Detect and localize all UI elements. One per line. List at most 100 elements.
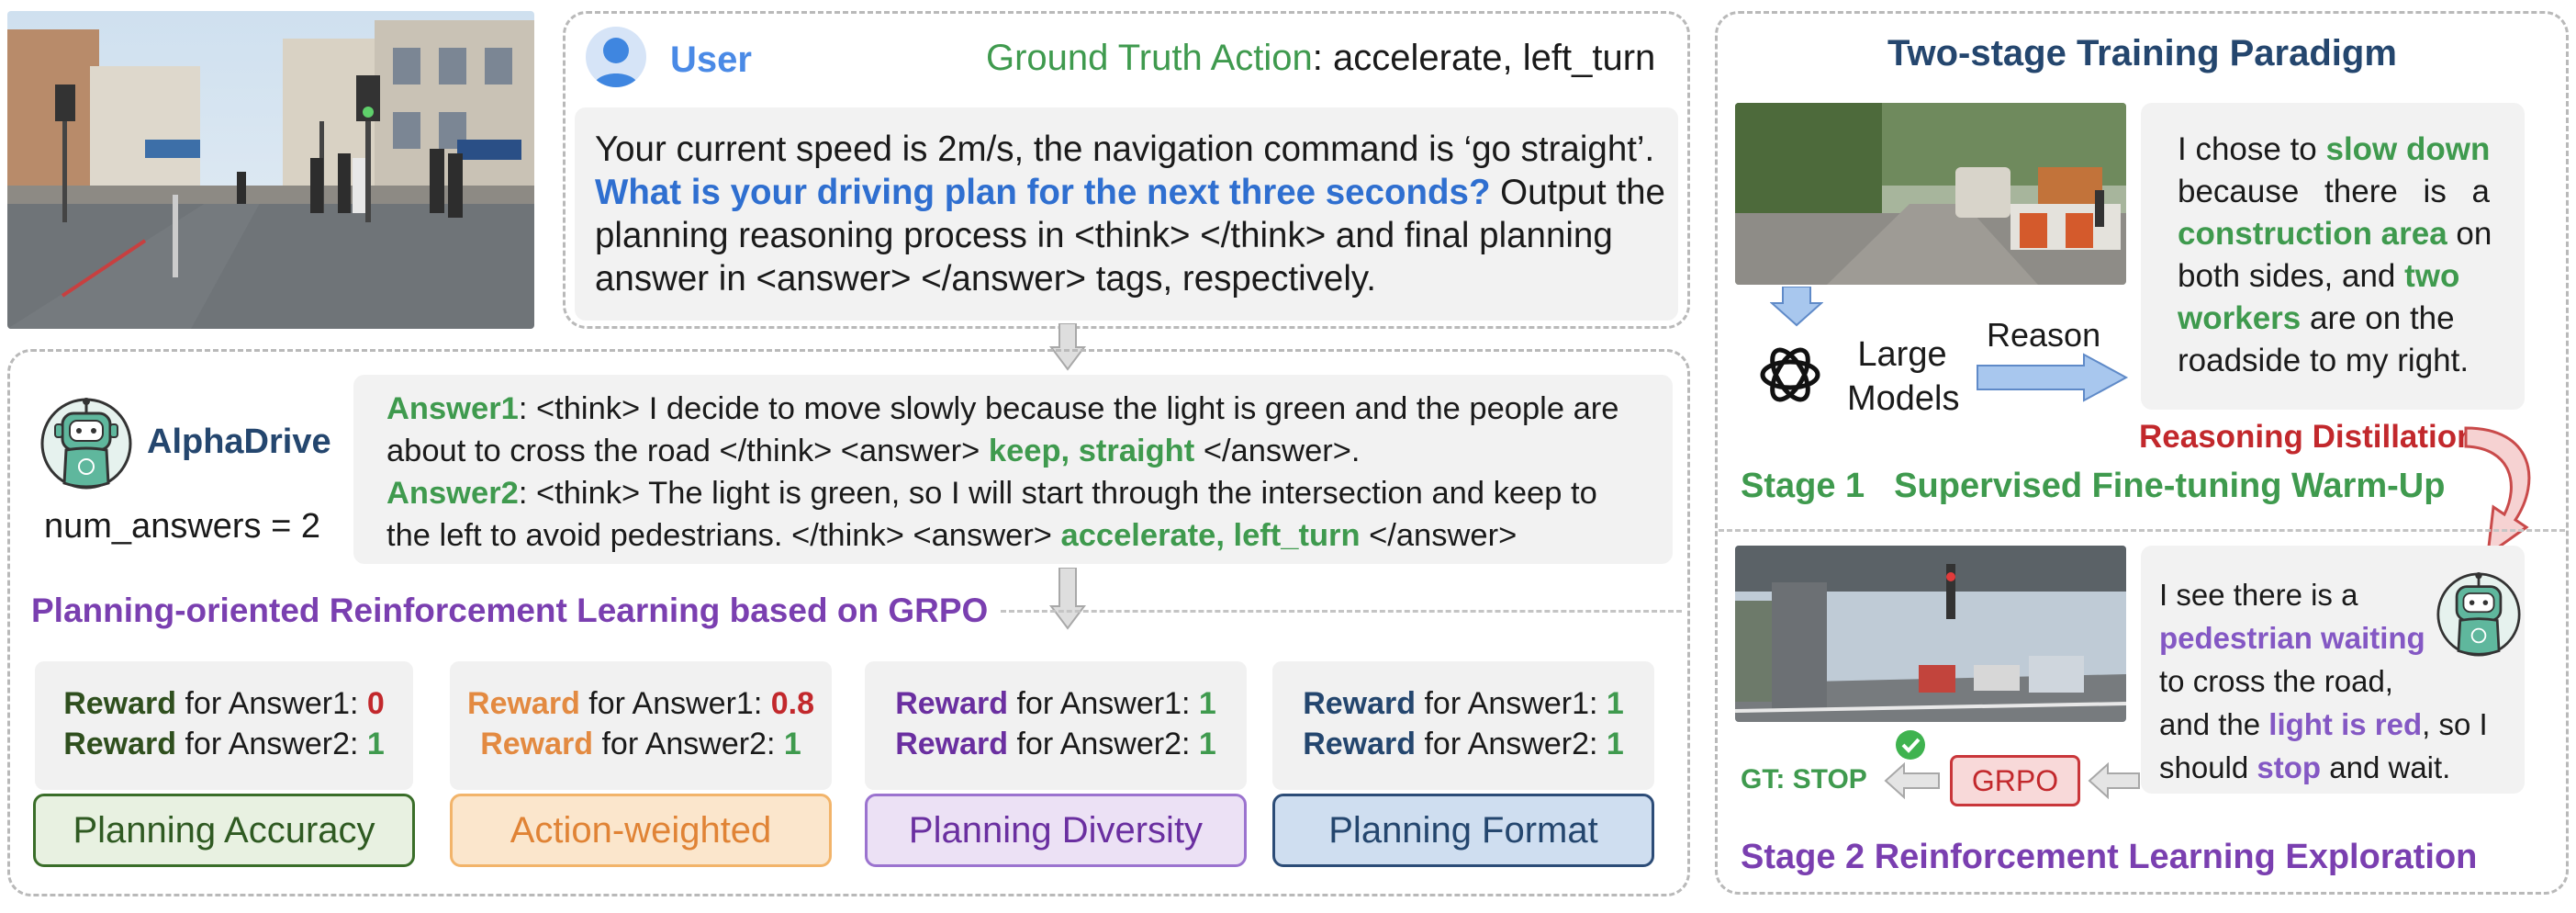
reward-word: Reward [895,686,1009,721]
checkmark-icon [1896,730,1925,760]
robot-icon [40,398,132,490]
answer1-close: </answer>. [1194,434,1361,468]
robot-icon [2436,572,2521,657]
action-weighted-box: Action-weighted [450,794,832,867]
ground-truth-line: Ground Truth Action: accelerate, left_tu… [986,38,1655,79]
reward-line-answer2: Reward for Answer2: 1 [865,724,1247,764]
s1-line-1: I chose to slow down [2178,129,2525,171]
reward-box-diversity: Reward for Answer1: 1 Reward for Answer2… [865,661,1247,790]
reward-word: Reward [467,686,580,721]
s2-text: and the [2159,707,2269,741]
answer2-line-1: Answer2: <think> The light is green, so … [386,472,1673,514]
reward-answer1-value: 0 [366,686,385,721]
reward-answer1-text: for Answer1: [1008,686,1199,721]
reward-box-accuracy: Reward for Answer1: 0 Reward for Answer2… [35,661,413,790]
reward-line-answer1: Reward for Answer1: 0.8 [450,683,832,724]
stage1-reasoning-box: I chose to slow down because there is a … [2141,103,2525,410]
planning-format-box: Planning Format [1272,794,1654,867]
reward-answer2-text: for Answer2: [1008,727,1199,761]
left-arrow-icon [1884,762,1940,799]
reward-line-answer1: Reward for Answer1: 1 [1272,683,1654,724]
large-models-line-2: Models [1847,379,1960,418]
rl-section-title: Planning-oriented Reinforcement Learning… [31,592,989,629]
stage2-name: Reinforcement Learning Exploration [1874,838,2478,876]
s1-two: two [2404,258,2460,294]
right-arrow-icon [1977,353,2129,402]
street-scene-photo [7,11,534,329]
s1-construction: construction area [2178,216,2447,252]
reward-answer2-text: for Answer2: [1416,727,1607,761]
large-models-label: Large Models [1847,333,1960,421]
reward-answer2-value: 1 [1606,727,1624,761]
down-arrow-icon [1049,568,1086,630]
reward-answer2-text: for Answer2: [593,727,784,761]
robot-avatar-small [2436,569,2521,659]
construction-scene-photo [1735,103,2126,285]
overpass-scene-photo [1735,546,2126,722]
prompt-line-2: What is your driving plan for the next t… [595,171,1678,214]
training-title: Two-stage Training Paradigm [1887,33,2397,73]
s2-stop: stop [2257,750,2322,784]
reward-answer2-value: 1 [783,727,801,761]
rl-divider [1001,610,1682,613]
user-avatar [586,27,646,87]
stage2-label: Stage 2 [1741,838,1865,876]
answer2-close: </answer> [1360,518,1518,553]
reward-answer1-text: for Answer1: [579,686,771,721]
s1-workers: workers [2178,300,2302,336]
s2-line-3: to cross the road, [2159,664,2393,698]
reward-word: Reward [1303,727,1417,761]
reward-word: Reward [63,727,177,761]
answer2-line-2: the left to avoid pedestrians. </think> … [386,514,1673,557]
answer1-action: keep, straight [988,434,1195,468]
stage-divider [1719,529,2565,532]
reasoning-distillation-label: Reasoning Distillation [2139,419,2477,455]
large-models-line-1: Large [1857,335,1947,374]
planning-diversity-box: Planning Diversity [865,794,1247,867]
s1-line-4: both sides, and two [2178,255,2525,298]
reward-answer1-text: for Answer1: [1416,686,1607,721]
prompt-question: What is your driving plan for the next t… [595,173,1491,212]
openai-logo-icon [1760,347,1820,402]
stage1-caption: Stage 1 Supervised Fine-tuning Warm-Up [1741,467,2445,506]
answer2-reasoning-end: the left to avoid pedestrians. </think> … [386,518,1061,553]
model-name: AlphaDrive [147,423,331,461]
reward-line-answer1: Reward for Answer1: 0 [35,683,413,724]
reward-answer2-value: 1 [1198,727,1216,761]
s1-on: on [2447,216,2492,252]
planning-accuracy-box: Planning Accuracy [33,794,415,867]
s2-light-red: light is red [2268,707,2423,741]
reward-answer1-value: 1 [1198,686,1216,721]
reward-box-action-weighted: Reward for Answer1: 0.8 Reward for Answe… [450,661,832,790]
answer1-line-1: Answer1: <think> I decide to move slowly… [386,388,1673,430]
reward-answer1-value: 1 [1606,686,1624,721]
reward-answer2-text: for Answer2: [176,727,367,761]
reward-word: Reward [63,686,177,721]
reward-answer2-value: 1 [366,727,385,761]
reward-line-answer2: Reward for Answer2: 1 [35,724,413,764]
s2-text: should [2159,750,2257,784]
answer1-reasoning: : <think> I decide to move slowly becaus… [518,391,1619,426]
gt-stop-label: GT: STOP [1741,764,1867,795]
s2-text: and wait. [2321,750,2451,784]
prompt-line-4: answer in <answer> </answer> tags, respe… [595,259,1376,299]
down-arrow-icon [1770,287,1823,327]
stage1-label: Stage 1 [1741,467,1865,505]
prompt-line-2-tail: Output the [1490,173,1665,212]
answer2-label: Answer2 [386,476,519,511]
robot-avatar [40,395,132,492]
s1-line-6: roadside to my right. [2178,343,2470,378]
s1-line-3: construction area on [2178,213,2525,255]
num-answers: num_answers = 2 [44,507,320,546]
ground-truth-label: Ground Truth Action [986,38,1313,78]
grpo-box: GRPO [1950,755,2080,806]
reward-word: Reward [1303,686,1417,721]
s1-line-2: because there is a [2178,174,2490,209]
reward-answer1-value: 0.8 [770,686,814,721]
answers-box: Answer1: <think> I decide to move slowly… [353,375,1673,564]
stage1-name: Supervised Fine-tuning Warm-Up [1894,467,2446,505]
ground-truth-value: : accelerate, left_turn [1312,38,1656,78]
user-prompt-panel: User Ground Truth Action: accelerate, le… [563,11,1690,329]
s2-line-5: should stop and wait. [2159,746,2525,789]
answer2-action: accelerate, left_turn [1060,518,1361,553]
